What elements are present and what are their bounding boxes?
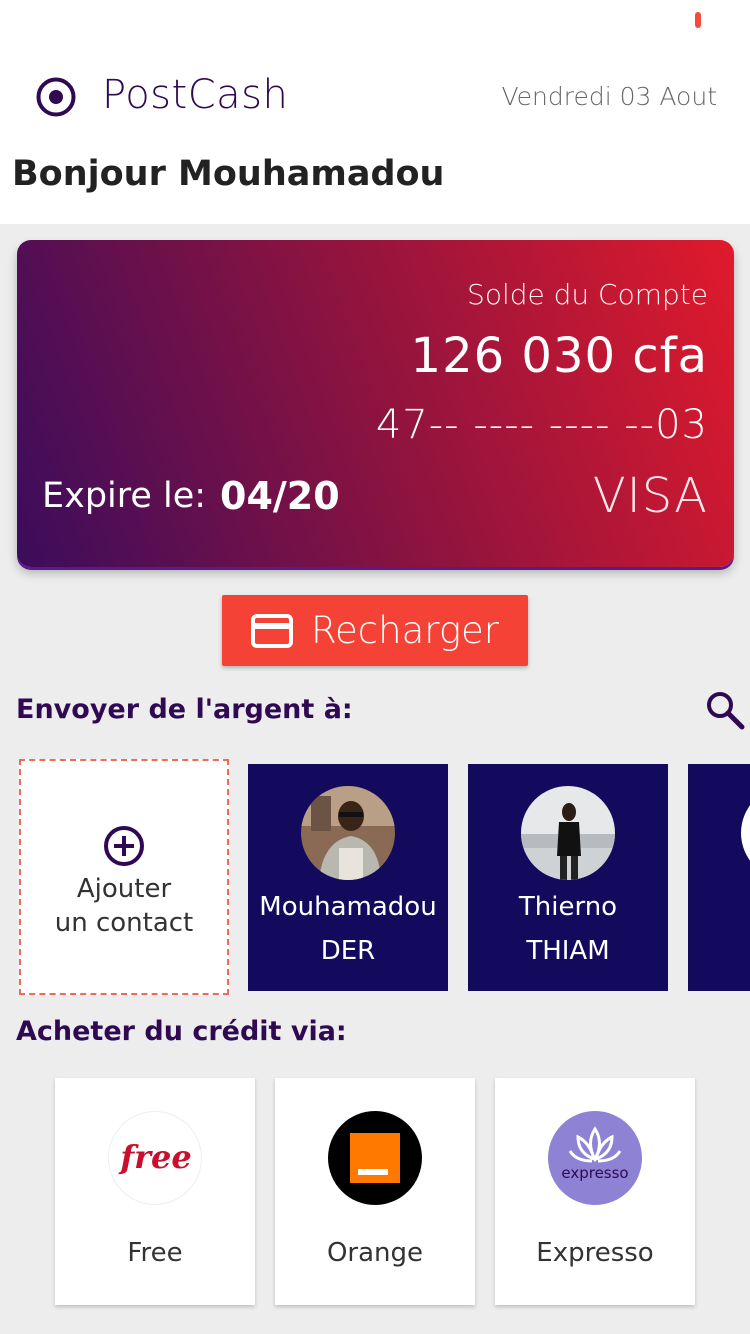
expresso-logo: expresso xyxy=(548,1111,642,1205)
current-date: Vendredi 03 Aout xyxy=(501,82,718,111)
operator-label: Free xyxy=(127,1238,183,1268)
free-logo: free xyxy=(108,1111,202,1205)
buy-credit-title: Acheter du crédit via: xyxy=(16,1016,347,1047)
send-money-title: Envoyer de l'argent à: xyxy=(16,694,353,725)
add-contact-line1: Ajouter xyxy=(76,874,172,904)
add-circle-icon xyxy=(104,826,144,866)
contact-first-name: Thierno xyxy=(518,892,618,922)
svg-text:free: free xyxy=(118,1138,191,1176)
avatar xyxy=(521,786,615,880)
credit-card-icon xyxy=(250,613,293,648)
recharge-label: Recharger xyxy=(310,609,500,652)
contact-card-partial[interactable] xyxy=(688,764,750,991)
contact-card-thierno[interactable]: Thierno THIAM xyxy=(468,764,668,991)
app-title: PostCash xyxy=(102,72,289,118)
add-contact-line2: un contact xyxy=(54,908,194,938)
operator-free[interactable]: free Free xyxy=(55,1078,255,1305)
radio-target-icon xyxy=(36,77,76,117)
contact-card-mouhamadou[interactable]: Mouhamadou DER xyxy=(248,764,448,991)
status-bar xyxy=(0,0,750,40)
add-contact-button[interactable]: Ajouter un contact xyxy=(19,759,229,995)
orange-logo xyxy=(328,1111,422,1205)
svg-text:expresso: expresso xyxy=(561,1164,628,1182)
balance-label: Solde du Compte xyxy=(467,278,708,311)
header: PostCash Vendredi 03 Aout Bonjour Mouham… xyxy=(0,40,750,224)
operator-label: Orange xyxy=(326,1238,424,1268)
contact-first-name: Mouhamadou xyxy=(259,892,437,922)
avatar xyxy=(741,786,750,880)
recharge-button[interactable]: Recharger xyxy=(222,595,528,666)
expire-value: 04/20 xyxy=(220,474,340,518)
add-contact-label: Ajouter un contact xyxy=(55,872,194,940)
contact-last-name: THIAM xyxy=(526,936,610,966)
balance-amount: 126 030 cfa xyxy=(410,328,708,384)
avatar xyxy=(301,786,395,880)
account-card[interactable]: Solde du Compte 126 030 cfa 47-- ---- --… xyxy=(17,240,734,567)
card-number: 47-- ---- ---- --03 xyxy=(375,402,708,448)
operator-expresso[interactable]: expresso Expresso xyxy=(495,1078,695,1305)
contact-last-name: DER xyxy=(320,936,376,966)
battery-indicator xyxy=(695,12,701,28)
operator-label: Expresso xyxy=(536,1238,654,1268)
greeting: Bonjour Mouhamadou xyxy=(12,154,445,194)
operator-orange[interactable]: Orange xyxy=(275,1078,475,1305)
card-brand: VISA xyxy=(592,468,708,524)
search-icon[interactable] xyxy=(705,690,745,730)
expire-label: Expire le: xyxy=(42,476,207,516)
